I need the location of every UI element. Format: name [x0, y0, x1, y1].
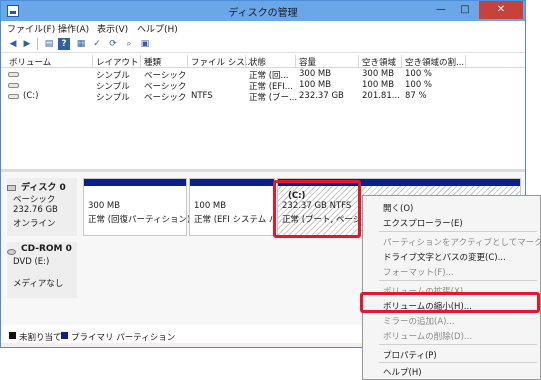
ctx-help[interactable]: ヘルプ(H) [383, 366, 422, 378]
cell-free-percent: 100 % [405, 69, 433, 79]
cdrom-0-label[interactable]: CD-ROM 0 DVD (E:) メディアなし [7, 242, 77, 298]
cell-capacity: 300 MB [299, 69, 332, 79]
column-header-status[interactable]: 状態 [249, 56, 266, 68]
menu-bar: ファイル(F) 操作(A) 表示(V) ヘルプ(H) [1, 21, 525, 35]
table-row[interactable]: シンプル ベーシック 正常 (EFI... 100 MB 100 MB 100 … [1, 80, 525, 92]
cell-free-percent: 87 % [405, 91, 427, 101]
menu-separator [379, 280, 537, 281]
cdrom-empty-area[interactable] [83, 243, 363, 295]
column-header-layout[interactable]: レイアウト [96, 56, 139, 68]
column-header-free-percent[interactable]: 空き領域の割... [405, 56, 464, 68]
column-divider[interactable] [401, 55, 402, 67]
ctx-delete-volume[interactable]: ボリュームの削除(D)... [383, 330, 472, 342]
column-divider[interactable] [465, 55, 466, 67]
menu-separator [379, 362, 537, 363]
menu-separator [379, 344, 537, 345]
partition-efi[interactable]: 100 MB 正常 (EFI システム パー [189, 178, 275, 236]
properties-icon[interactable]: ✓ [91, 38, 103, 50]
ctx-change-drive-letter[interactable]: ドライブ文字とパスの変更(C)... [383, 251, 506, 263]
cell-layout: シンプル [96, 93, 130, 103]
partition-recovery[interactable]: 300 MB 正常 (回復パーティション) [83, 178, 191, 236]
column-divider[interactable] [140, 55, 141, 67]
partition-status: 正常 (EFI システム パー [194, 215, 274, 225]
rescan-icon[interactable]: ⌕ [123, 38, 135, 50]
disk-0-type: ベーシック [13, 195, 56, 205]
drive-icon [8, 83, 19, 88]
highlight-c-partition [273, 180, 361, 238]
table-row[interactable]: (C:) シンプル ベーシック NTFS 正常 (ブー... 232.37 GB… [1, 91, 525, 103]
ctx-explorer[interactable]: エクスプローラー(E) [383, 217, 463, 229]
toolbar: ◀ ▶ ▤ ? ▦ ✓ ⟳ ⌕ ▣ [1, 35, 525, 53]
ctx-properties[interactable]: プロパティ(P) [383, 349, 437, 361]
help-icon[interactable]: ? [58, 38, 70, 50]
partition-size: 300 MB [88, 201, 121, 211]
disk-0-status: オンライン [13, 219, 56, 229]
disk-0-label[interactable]: ディスク 0 ベーシック 232.76 GB オンライン [7, 178, 77, 236]
column-header-capacity[interactable]: 容量 [299, 56, 316, 68]
hard-disk-icon [7, 185, 16, 191]
menu-action[interactable]: 操作(A) [58, 22, 89, 35]
cdrom-0-title: CD-ROM 0 [21, 244, 72, 254]
menu-help[interactable]: ヘルプ(H) [137, 22, 178, 35]
volume-icon[interactable]: ▣ [139, 38, 151, 50]
cell-free-space: 300 MB [362, 69, 395, 79]
column-header-filesystem[interactable]: ファイル シス... [191, 56, 253, 68]
legend-label-unallocated: 未割り当て [19, 333, 62, 343]
cell-volume: (C:) [23, 91, 39, 101]
cell-free-percent: 100 % [405, 80, 433, 90]
cell-status: 正常 (ブー... [249, 93, 298, 103]
title-bar[interactable]: ディスクの管理 — □ ✕ [1, 1, 525, 21]
minimize-button[interactable]: — [429, 1, 453, 19]
highlight-shrink-volume [360, 292, 540, 313]
cell-type: ベーシック [144, 93, 187, 103]
table-row[interactable]: シンプル ベーシック 正常 (回... 300 MB 300 MB 100 % [1, 69, 525, 81]
context-menu: 開く(O) エクスプローラー(E) パーティションをアクティブとしてマーク(M)… [362, 195, 541, 380]
menu-separator [379, 231, 537, 232]
column-divider[interactable] [358, 55, 359, 67]
menu-view[interactable]: 表示(V) [97, 22, 128, 35]
ctx-mark-active[interactable]: パーティションをアクティブとしてマーク(M) [383, 236, 541, 248]
list-view-icon[interactable]: ▤ [43, 38, 55, 50]
primary-partition-bar [84, 179, 186, 186]
partition-size: 100 MB [194, 201, 227, 211]
ctx-format[interactable]: フォーマット(F)... [383, 266, 454, 278]
column-divider[interactable] [92, 55, 93, 67]
partition-status: 正常 (回復パーティション) [88, 215, 191, 225]
cell-capacity: 100 MB [299, 80, 332, 90]
cell-capacity: 232.37 GB [299, 91, 344, 101]
disk-list-icon[interactable]: ▦ [75, 38, 87, 50]
disk-0-size: 232.76 GB [13, 205, 58, 215]
drive-icon [8, 72, 19, 77]
volume-table-header: ボリューム レイアウト 種類 ファイル シス... 状態 容量 空き領域 空き領… [1, 55, 525, 68]
column-divider[interactable] [245, 55, 246, 67]
drive-icon [8, 94, 19, 99]
legend-label-primary: プライマリ パーティション [71, 333, 176, 343]
column-divider[interactable] [187, 55, 188, 67]
disk-0-title: ディスク 0 [21, 183, 66, 193]
cell-free-space: 201.81... [362, 91, 400, 101]
maximize-button[interactable]: □ [453, 1, 477, 19]
column-divider[interactable] [295, 55, 296, 67]
primary-partition-bar [190, 179, 274, 186]
ctx-open[interactable]: 開く(O) [383, 202, 413, 214]
column-header-volume[interactable]: ボリューム [9, 56, 51, 68]
toolbar-separator [37, 38, 38, 50]
forward-arrow-icon[interactable]: ▶ [21, 38, 33, 50]
ctx-add-mirror[interactable]: ミラーの追加(A)... [383, 315, 455, 327]
back-arrow-icon[interactable]: ◀ [7, 38, 19, 50]
cd-drive-icon [7, 249, 16, 255]
cell-filesystem: NTFS [191, 91, 213, 101]
menu-file[interactable]: ファイル(F) [7, 22, 55, 35]
cdrom-0-drive: DVD (E:) [13, 257, 50, 267]
close-button[interactable]: ✕ [479, 1, 523, 19]
refresh-icon[interactable]: ⟳ [107, 38, 119, 50]
legend-swatch-primary [61, 332, 68, 339]
cdrom-0-status: メディアなし [13, 279, 64, 289]
cell-free-space: 100 MB [362, 80, 395, 90]
legend-swatch-unallocated [9, 332, 16, 339]
column-header-free-space[interactable]: 空き領域 [362, 56, 396, 68]
column-header-type[interactable]: 種類 [144, 56, 161, 68]
